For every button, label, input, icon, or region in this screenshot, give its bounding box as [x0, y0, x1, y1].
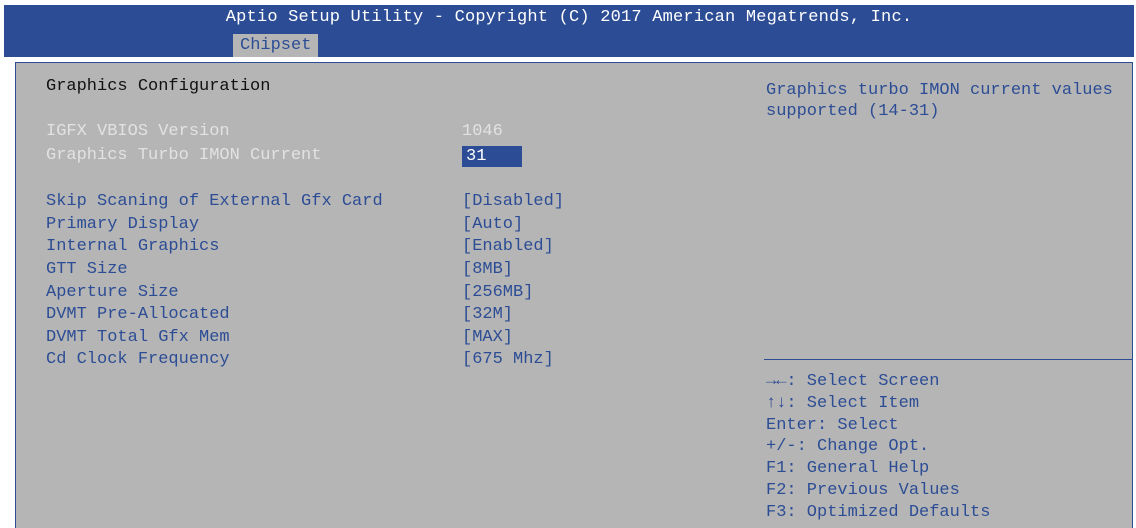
section-title: Graphics Configuration	[46, 77, 271, 96]
settings-panel: Graphics Configuration IGFX VBIOS Versio…	[15, 62, 761, 528]
left-margin	[4, 57, 15, 527]
gtt-size-value[interactable]: [8MB]	[462, 260, 513, 280]
cd-clock-frequency-label[interactable]: Cd Clock Frequency	[46, 350, 230, 370]
skip-external-gfx-value[interactable]: [Disabled]	[462, 192, 564, 212]
aperture-size-label[interactable]: Aperture Size	[46, 283, 179, 303]
igfx-vbios-version-label: IGFX VBIOS Version	[46, 122, 230, 141]
tab-chipset[interactable]: Chipset	[233, 34, 319, 57]
graphics-turbo-imon-input[interactable]: 31	[462, 146, 522, 167]
primary-display-value[interactable]: [Auto]	[462, 215, 523, 235]
key-change-opt: +/-: Change Opt.	[766, 437, 930, 457]
title-bar: Aptio Setup Utility - Copyright (C) 2017…	[4, 5, 1134, 57]
skip-external-gfx-label[interactable]: Skip Scaning of External Gfx Card	[46, 192, 383, 212]
help-divider	[764, 359, 1132, 360]
key-optimized-defaults: F3: Optimized Defaults	[766, 502, 991, 522]
graphics-turbo-imon-label: Graphics Turbo IMON Current	[46, 146, 322, 165]
gtt-size-label[interactable]: GTT Size	[46, 260, 128, 280]
key-general-help: F1: General Help	[766, 459, 930, 479]
dvmt-total-gfx-mem-value[interactable]: [MAX]	[462, 328, 513, 348]
internal-graphics-label[interactable]: Internal Graphics	[46, 237, 219, 257]
bios-screen: Aptio Setup Utility - Copyright (C) 2017…	[0, 0, 1136, 528]
key-select-item: ↑↓: Select Item	[766, 393, 920, 413]
help-panel: Graphics turbo IMON current values suppo…	[760, 62, 1133, 528]
internal-graphics-value[interactable]: [Enabled]	[462, 237, 554, 257]
key-previous-values: F2: Previous Values	[766, 480, 960, 500]
help-description: Graphics turbo IMON current values suppo…	[766, 81, 1113, 121]
dvmt-total-gfx-mem-label[interactable]: DVMT Total Gfx Mem	[46, 328, 230, 348]
key-select-screen: →←: Select Screen	[766, 372, 940, 391]
key-enter-select: Enter: Select	[766, 415, 899, 435]
key-legend: →←: Select Screen ↑↓: Select Item Enter:…	[766, 371, 990, 524]
igfx-vbios-version-value: 1046	[462, 122, 503, 141]
dvmt-pre-allocated-label[interactable]: DVMT Pre-Allocated	[46, 305, 230, 325]
title-text: Aptio Setup Utility - Copyright (C) 2017…	[225, 8, 913, 27]
aperture-size-value[interactable]: [256MB]	[462, 283, 533, 303]
cd-clock-frequency-value[interactable]: [675 Mhz]	[462, 350, 554, 370]
primary-display-label[interactable]: Primary Display	[46, 215, 199, 235]
dvmt-pre-allocated-value[interactable]: [32M]	[462, 305, 513, 325]
